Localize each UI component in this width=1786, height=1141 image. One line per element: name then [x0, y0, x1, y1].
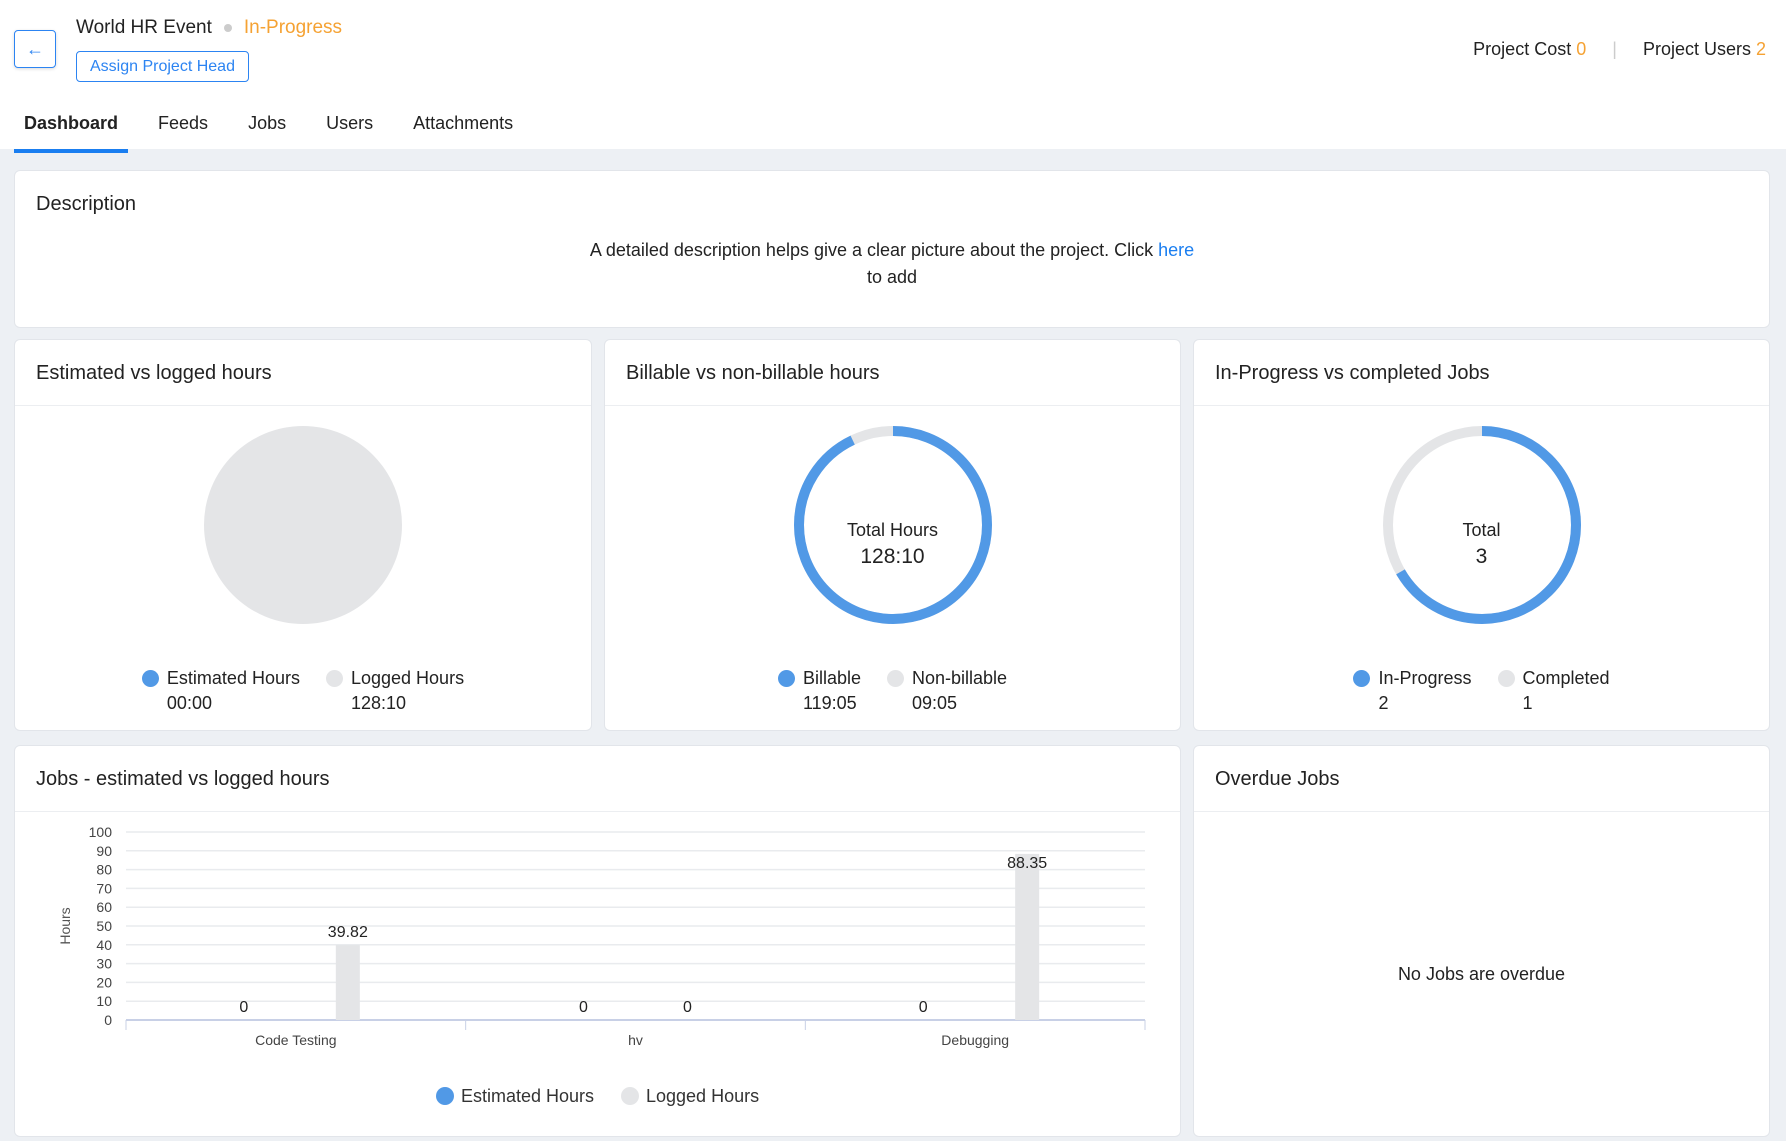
assign-project-head-button[interactable]: Assign Project Head — [76, 51, 249, 82]
project-name: World HR Event — [76, 17, 212, 38]
tab-feeds[interactable]: Feeds — [148, 110, 218, 153]
card-title: Estimated vs logged hours — [15, 340, 591, 406]
legend-non-billable: Non-billable 09:05 — [886, 668, 1007, 714]
project-cost[interactable]: Project Cost 0 — [1473, 39, 1586, 60]
chart-legend: Estimated Hours 00:00 Logged Hours 128:10 — [15, 668, 591, 714]
donut-center: Total Hours 128:10 — [846, 520, 939, 568]
project-header: ← World HR Event In-Progress Assign Proj… — [0, 0, 1786, 153]
add-description-link[interactable]: here — [1158, 240, 1194, 260]
tab-attachments[interactable]: Attachments — [403, 110, 523, 153]
project-users[interactable]: Project Users 2 — [1643, 39, 1766, 60]
description-card: Description A detailed description helps… — [14, 170, 1770, 328]
legend-completed: Completed 1 — [1497, 668, 1610, 714]
data-label: 0 — [239, 999, 248, 1016]
legend-marker — [621, 1087, 639, 1105]
x-tick-label: Debugging — [941, 1032, 1009, 1048]
bar-chart: 0 10 20 30 40 50 60 70 80 90 100 Hours Code Testing 0… — [57, 824, 1146, 1106]
legend-billable: Billable 119:05 — [777, 668, 861, 714]
y-tick-label: 70 — [96, 880, 112, 896]
y-tick-label: 90 — [96, 843, 112, 859]
data-label: 0 — [919, 999, 928, 1016]
project-status: In-Progress — [243, 17, 343, 38]
legend-logged: Logged Hours 128:10 — [325, 668, 464, 714]
logged-slice — [204, 426, 402, 624]
card-title: Billable vs non-billable hours — [605, 340, 1180, 406]
chart-legend: In-Progress 2 Completed 1 — [1194, 668, 1769, 714]
back-button[interactable]: ← — [14, 30, 56, 68]
y-axis-label: Hours — [57, 907, 73, 944]
tab-jobs[interactable]: Jobs — [238, 110, 296, 153]
tab-dashboard[interactable]: Dashboard — [14, 110, 129, 153]
y-tick-label: 20 — [96, 974, 112, 990]
y-tick-label: 10 — [96, 993, 112, 1009]
card-title: Jobs - estimated vs logged hours — [15, 746, 1180, 812]
card-title: Description — [36, 193, 137, 215]
legend-estimated: Estimated Hours 00:00 — [141, 668, 300, 714]
bar — [1015, 853, 1040, 1020]
project-title: World HR Event In-Progress — [76, 17, 342, 39]
arrow-left-icon: ← — [26, 38, 44, 59]
tab-users[interactable]: Users — [316, 110, 383, 153]
y-tick-label: 50 — [96, 918, 112, 934]
billable-card: Billable vs non-billable hours Total Hou… — [604, 339, 1181, 731]
x-tick-label: hv — [628, 1032, 643, 1048]
jobs-status-card: In-Progress vs completed Jobs Total 3 In-… — [1193, 339, 1770, 731]
donut-center: Total 3 — [1462, 520, 1501, 568]
card-title: In-Progress vs completed Jobs — [1194, 340, 1769, 406]
jobs-hours-card: Jobs - estimated vs logged hours 0 10 20 30… — [14, 745, 1181, 1137]
separator-dot — [223, 24, 232, 32]
estimated-vs-logged-card: Estimated vs logged hours Estimated Hour… — [14, 339, 592, 731]
legend-in-progress: In-Progress 2 — [1353, 668, 1472, 714]
y-tick-label: 30 — [96, 956, 112, 972]
divider: | — [1612, 39, 1617, 59]
overdue-jobs-card: Overdue Jobs No Jobs are overdue — [1193, 745, 1770, 1137]
data-label: 88.35 — [1007, 855, 1047, 872]
legend-label: Logged Hours — [646, 1086, 759, 1106]
y-tick-label: 60 — [96, 899, 112, 915]
bar — [335, 945, 360, 1020]
y-tick-label: 100 — [89, 824, 113, 840]
legend-label: Estimated Hours — [461, 1086, 594, 1106]
project-meta: Project Cost 0 | Project Users 2 — [1473, 39, 1766, 60]
y-tick-label: 40 — [96, 937, 112, 953]
card-title: Overdue Jobs — [1194, 746, 1769, 812]
x-tick-label: Code Testing — [255, 1032, 336, 1048]
pie-chart — [204, 426, 402, 624]
data-label: 39.82 — [328, 924, 368, 941]
legend-marker — [436, 1087, 454, 1105]
data-label: 0 — [683, 999, 692, 1016]
empty-state: No Jobs are overdue — [1397, 964, 1566, 984]
chart-legend: Billable 119:05 Non-billable 09:05 — [605, 668, 1180, 714]
description-text: A detailed description helps give a clea… — [589, 240, 1195, 287]
y-tick-label: 0 — [104, 1012, 112, 1028]
data-label: 0 — [579, 999, 588, 1016]
tab-bar: Dashboard Feeds Jobs Users Attachments — [14, 110, 543, 153]
y-tick-label: 80 — [96, 862, 112, 878]
